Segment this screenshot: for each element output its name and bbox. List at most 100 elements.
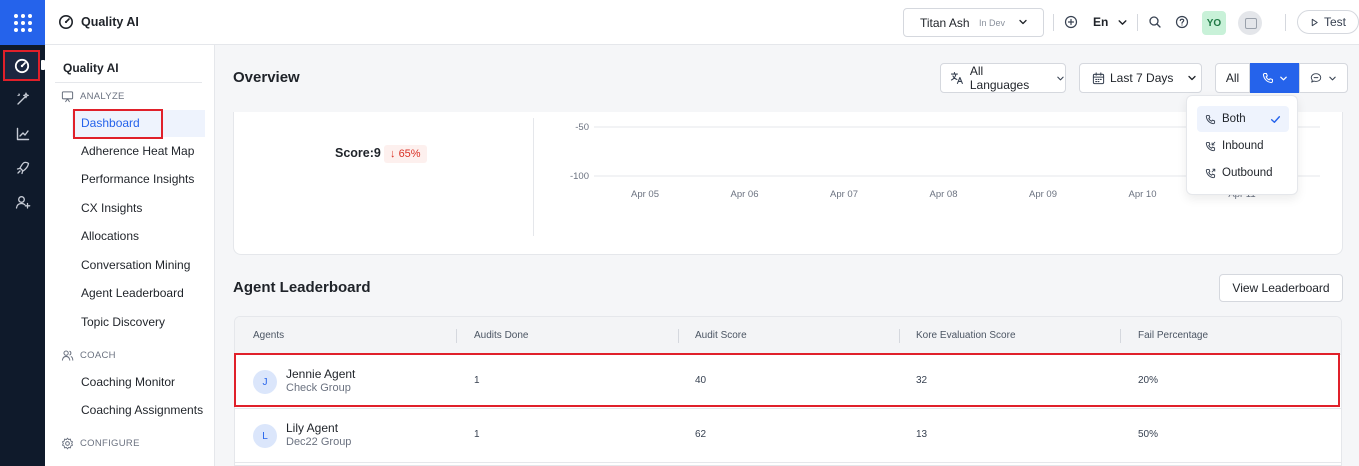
check-icon [1270, 116, 1281, 123]
chevron-down-icon [1279, 76, 1287, 80]
language-filter[interactable]: All Languages [940, 63, 1066, 93]
y-tick-label: -100 [570, 171, 589, 182]
language-selector[interactable]: En [1093, 15, 1108, 29]
sidebar-item-agent-leaderboard[interactable]: Agent Leaderboard [81, 286, 184, 300]
rail-analytics-button[interactable] [0, 119, 45, 149]
grid-icon [13, 13, 32, 32]
phone-icon [1205, 114, 1216, 124]
sidebar-item-coaching-monitor[interactable]: Coaching Monitor [81, 375, 175, 389]
option-label: Inbound [1222, 140, 1264, 152]
help-icon[interactable] [1175, 15, 1189, 29]
divider [1053, 14, 1054, 31]
account-name: Titan Ash [920, 16, 970, 30]
presentation-icon [61, 91, 74, 103]
divider [1285, 14, 1286, 31]
column-divider [456, 329, 457, 343]
table-header: Agents Audits Done Audit Score Kore Eval… [235, 317, 1341, 355]
rail-deploy-button[interactable] [0, 153, 45, 183]
channel-all-toggle[interactable]: All [1215, 63, 1250, 93]
column-header-kore-evaluation-score[interactable]: Kore Evaluation Score [916, 330, 1016, 341]
column-header-agents[interactable]: Agents [253, 330, 284, 341]
kore-score-cell: 13 [916, 429, 928, 440]
rail-automation-button[interactable] [0, 84, 45, 114]
agent-name: Lily Agent [286, 421, 339, 435]
dropdown-option-both[interactable]: Both [1197, 106, 1289, 132]
date-range-filter[interactable]: Last 7 Days [1079, 63, 1202, 93]
x-tick-label: Apr 05 [631, 189, 659, 200]
option-label: Both [1222, 113, 1246, 125]
dropdown-option-inbound[interactable]: Inbound [1197, 133, 1289, 159]
section-configure: CONFIGURE [61, 437, 140, 450]
x-tick-label: Apr 06 [731, 189, 759, 200]
column-divider [899, 329, 900, 343]
agent-avatar: L [253, 424, 277, 448]
chat-bubble-icon [1310, 73, 1322, 83]
section-label: ANALYZE [80, 91, 125, 102]
highlight-annotation [234, 353, 1340, 407]
column-header-audits-done[interactable]: Audits Done [474, 330, 528, 341]
app-launcher-button[interactable] [0, 0, 45, 45]
channel-voice-toggle[interactable] [1250, 63, 1299, 93]
score-delta-value: 65% [398, 148, 421, 160]
chevron-down-icon [1019, 19, 1027, 25]
x-tick-label: Apr 09 [1029, 189, 1057, 200]
secondary-sidebar: Quality AI ANALYZE Dashboard Adherence H… [45, 45, 215, 466]
score-delta-badge: ↓ 65% [384, 145, 427, 163]
account-selector[interactable]: Titan Ash In Dev [903, 8, 1044, 37]
chevron-down-icon[interactable] [1117, 17, 1128, 28]
section-label: CONFIGURE [80, 438, 140, 449]
x-tick-label: Apr 08 [930, 189, 958, 200]
sidebar-item-performance-insights[interactable]: Performance Insights [81, 172, 194, 186]
score-value: Score:9 [335, 146, 381, 160]
channel-dropdown-menu: Both Inbound Outbound [1186, 95, 1298, 195]
rail-user-management-button[interactable] [0, 187, 45, 217]
search-icon[interactable] [1148, 15, 1162, 29]
sidebar-item-allocations[interactable]: Allocations [81, 229, 139, 243]
column-divider [678, 329, 679, 343]
section-analyze: ANALYZE [61, 90, 125, 103]
channel-chat-toggle[interactable] [1299, 63, 1348, 93]
sidebar-item-cx-insights[interactable]: CX Insights [81, 201, 142, 215]
test-button-label: Test [1323, 15, 1346, 29]
x-tick-label: Apr 10 [1129, 189, 1157, 200]
leaderboard-title: Agent Leaderboard [233, 279, 371, 296]
dropdown-option-outbound[interactable]: Outbound [1197, 160, 1289, 186]
top-header: Quality AI Titan Ash In Dev En YO Test [45, 0, 1359, 45]
rail-quality-ai-button[interactable] [3, 50, 40, 81]
sidebar-title: Quality AI [63, 61, 119, 75]
test-button[interactable]: Test [1297, 10, 1359, 34]
fail-percentage-cell: 50% [1138, 429, 1159, 440]
line-chart-icon [16, 127, 29, 141]
sidebar-item-coaching-assignments[interactable]: Coaching Assignments [81, 403, 203, 417]
sidebar-item-conversation-mining[interactable]: Conversation Mining [81, 258, 190, 272]
language-filter-label: All Languages [969, 64, 1030, 92]
gauge-icon [59, 15, 73, 29]
sidebar-item-topic-discovery[interactable]: Topic Discovery [81, 315, 165, 329]
phone-icon [1262, 73, 1273, 84]
column-header-audit-score[interactable]: Audit Score [695, 330, 747, 341]
phone-incoming-icon [1205, 141, 1216, 151]
magic-wand-icon [16, 92, 29, 105]
account-env-badge: In Dev [979, 18, 1006, 28]
gear-icon [62, 437, 73, 450]
y-tick-label: -50 [575, 122, 589, 133]
table-row[interactable]: L Lily Agent Dec22 Group 1 62 13 50% [235, 409, 1341, 463]
sidebar-item-adherence-heat-map[interactable]: Adherence Heat Map [81, 144, 194, 158]
chevron-down-icon [1329, 76, 1336, 80]
chevron-down-icon [1188, 75, 1197, 81]
column-header-fail-percentage[interactable]: Fail Percentage [1138, 330, 1208, 341]
user-avatar[interactable]: YO [1202, 11, 1226, 35]
chevron-down-icon [1057, 76, 1064, 80]
app-title: Quality AI [81, 15, 139, 29]
option-label: Outbound [1222, 167, 1273, 179]
date-range-label: Last 7 Days [1110, 71, 1174, 85]
add-circle-icon[interactable] [1064, 15, 1078, 29]
audits-done-cell: 1 [474, 429, 480, 440]
calendar-icon [1092, 71, 1105, 84]
column-divider [1120, 329, 1121, 343]
app-rail [0, 0, 45, 466]
profile-image-icon[interactable] [1238, 11, 1262, 35]
users-icon [61, 350, 74, 361]
arrow-down-icon: ↓ [390, 148, 396, 160]
view-leaderboard-button[interactable]: View Leaderboard [1219, 274, 1343, 302]
